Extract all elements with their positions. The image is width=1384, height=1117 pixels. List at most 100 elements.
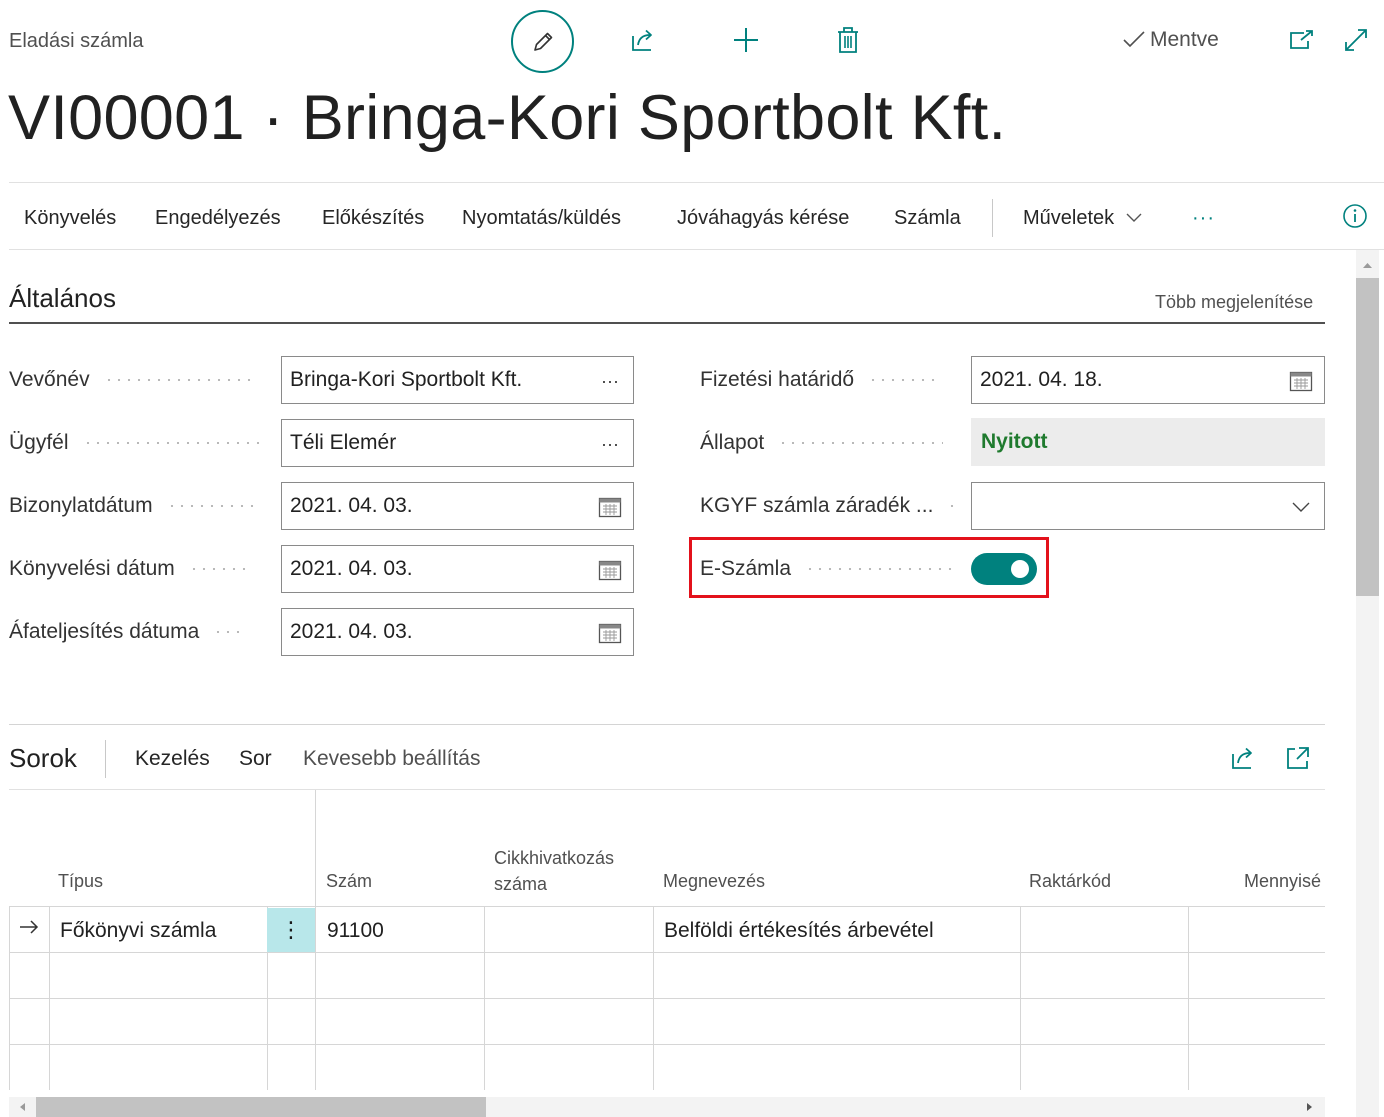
saved-label: Mentve: [1150, 28, 1219, 51]
scroll-up-icon: [1363, 263, 1372, 268]
customer-name-value: Bringa-Kori Sportbolt Kft.: [290, 368, 523, 391]
action-approval[interactable]: Engedélyezés: [155, 207, 281, 230]
horizontal-scroll-thumb[interactable]: [36, 1097, 486, 1117]
calendar-icon[interactable]: [597, 494, 623, 520]
due-date-field[interactable]: 2021. 04. 18.: [971, 356, 1325, 404]
edit-button[interactable]: [511, 10, 574, 73]
grid-line: [1020, 906, 1021, 1090]
action-actions-menu[interactable]: Műveletek: [1023, 207, 1144, 230]
einvoice-label-text: E-Számla: [700, 557, 792, 580]
lines-tab-line[interactable]: Sor: [239, 747, 272, 771]
kgyf-label-text: KGYF számla záradék ...: [700, 494, 934, 517]
leader-dots: [166, 505, 257, 507]
leader-dots: [805, 568, 956, 570]
row-no[interactable]: 91100: [327, 919, 384, 943]
action-print-send[interactable]: Nyomtatás/küldés: [462, 207, 621, 230]
col-header-description[interactable]: Megnevezés: [663, 868, 765, 894]
general-section-title[interactable]: Általános: [9, 283, 116, 314]
row-type[interactable]: Főkönyvi számla: [60, 919, 216, 943]
calendar-icon[interactable]: [597, 620, 623, 646]
due-date-label: Fizetési határidő: [700, 368, 939, 392]
expand-box-icon: [1287, 747, 1309, 769]
due-date-value: 2021. 04. 18.: [980, 368, 1103, 391]
status-value: Nyitott: [981, 430, 1048, 453]
calendar-icon[interactable]: [597, 557, 623, 583]
action-prepare[interactable]: Előkészítés: [322, 207, 424, 230]
posting-date-field[interactable]: 2021. 04. 03.: [281, 545, 634, 593]
action-posting[interactable]: Könyvelés: [24, 207, 116, 230]
grid-line: [653, 906, 654, 1090]
share-icon: [632, 29, 652, 51]
kgyf-label: KGYF számla záradék ...: [700, 494, 960, 518]
lookup-button[interactable]: ···: [597, 431, 623, 457]
col-header-location[interactable]: Raktárkód: [1029, 868, 1111, 894]
posting-date-value: 2021. 04. 03.: [290, 557, 413, 580]
horizontal-scrollbar[interactable]: [9, 1097, 1325, 1117]
posting-date-label: Könyvelési dátum: [9, 557, 249, 581]
pencil-icon: [533, 32, 552, 51]
info-button[interactable]: [1342, 203, 1368, 235]
section-divider: [9, 322, 1325, 324]
vertical-scroll-thumb[interactable]: [1356, 278, 1379, 596]
lines-tab-fewer-options[interactable]: Kevesebb beállítás: [303, 747, 480, 771]
leader-dots: [868, 379, 939, 381]
expand-button[interactable]: [1340, 24, 1372, 56]
new-button[interactable]: [730, 24, 762, 56]
col-header-no[interactable]: Szám: [326, 868, 372, 894]
leader-dots: [188, 568, 249, 570]
open-new-window-button[interactable]: [1285, 24, 1317, 56]
lookup-button[interactable]: ···: [597, 368, 623, 394]
row-description[interactable]: Belföldi értékesítés árbevétel: [664, 919, 934, 943]
action-invoice[interactable]: Számla: [894, 207, 961, 230]
grid-line: [1188, 906, 1189, 1090]
customer-name-field[interactable]: Bringa-Kori Sportbolt Kft. ···: [281, 356, 634, 404]
page-caption: Eladási számla: [9, 30, 144, 52]
leader-dots: [947, 505, 960, 507]
vat-date-label-text: Áfateljesítés dátuma: [9, 620, 200, 643]
row-arrow-icon: [18, 916, 40, 943]
leader-dots: [82, 442, 263, 444]
einvoice-toggle[interactable]: [971, 553, 1037, 585]
lines-section-title[interactable]: Sorok: [9, 743, 77, 774]
status-label: Állapot: [700, 431, 944, 455]
status-label-text: Állapot: [700, 431, 765, 454]
grid-line: [9, 952, 1325, 953]
share-icon: [1232, 747, 1252, 769]
contact-label: Ügyfél: [9, 431, 263, 455]
lines-share-button[interactable]: [1229, 744, 1257, 777]
open-in-new-window-icon: [1290, 30, 1313, 49]
chevron-down-icon[interactable]: [1288, 494, 1314, 520]
col-header-item-ref[interactable]: Cikkhivatkozás száma: [494, 845, 614, 897]
contact-field[interactable]: Téli Elemér ···: [281, 419, 634, 467]
action-separator: [992, 199, 993, 237]
lines-tab-manage[interactable]: Kezelés: [135, 747, 210, 771]
grid-line: [9, 998, 1325, 999]
vertical-scrollbar[interactable]: [1356, 250, 1379, 1117]
vat-date-label: Áfateljesítés dátuma: [9, 620, 244, 644]
grid-line: [484, 906, 485, 1090]
col-header-quantity[interactable]: Mennyisé: [1244, 868, 1321, 894]
vat-date-field[interactable]: 2021. 04. 03.: [281, 608, 634, 656]
lines-separator: [105, 740, 106, 778]
plus-icon: [734, 28, 758, 52]
leader-dots: [103, 379, 254, 381]
grid-line: [9, 1044, 1325, 1045]
toggle-knob: [1011, 560, 1029, 578]
kgyf-select[interactable]: [971, 482, 1325, 530]
top-bar: Eladási számla Mentve: [0, 0, 1384, 80]
doc-date-field[interactable]: 2021. 04. 03.: [281, 482, 634, 530]
posting-date-label-text: Könyvelési dátum: [9, 557, 175, 580]
more-options-button[interactable]: ···: [1192, 207, 1215, 230]
share-button[interactable]: [627, 24, 659, 56]
calendar-icon[interactable]: [1288, 368, 1314, 394]
lines-expand-button[interactable]: [1285, 745, 1311, 776]
due-date-label-text: Fizetési határidő: [700, 368, 855, 391]
delete-button[interactable]: [832, 24, 864, 56]
einvoice-label: E-Számla: [700, 557, 956, 581]
col-header-type[interactable]: Típus: [58, 868, 103, 894]
show-more-link[interactable]: Több megjelenítése: [1155, 292, 1313, 313]
action-request-approval[interactable]: Jóváhagyás kérése: [677, 207, 849, 230]
row-menu-button[interactable]: ⋮: [267, 908, 315, 952]
contact-value: Téli Elemér: [290, 431, 397, 454]
checkmark-icon: [1123, 31, 1145, 48]
